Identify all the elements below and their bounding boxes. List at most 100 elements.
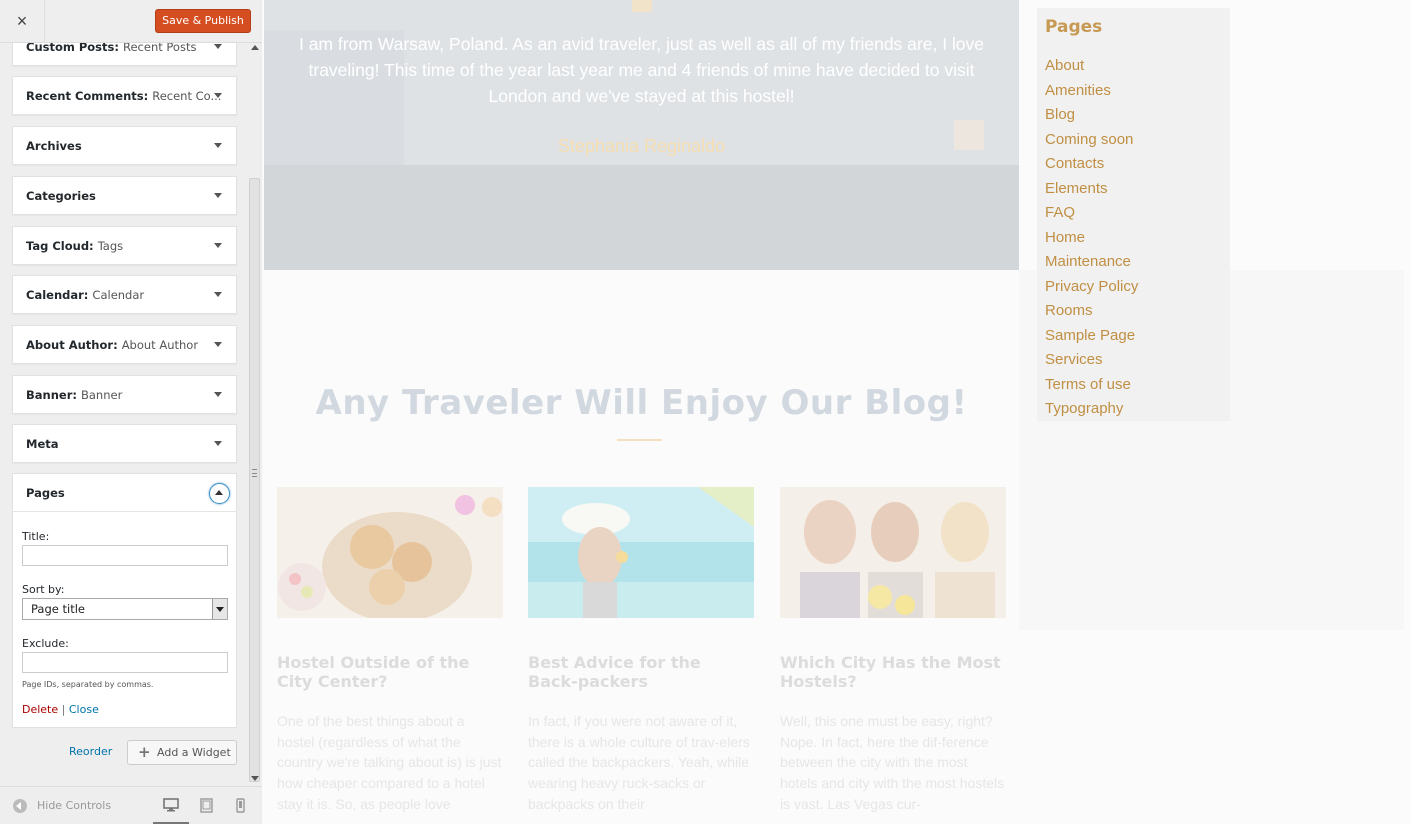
widget-title: Recent Comments: Recent Co... <box>26 89 222 103</box>
sidebar-scrollbar[interactable] <box>248 43 262 786</box>
desktop-preview-button[interactable] <box>153 787 189 824</box>
widget-title: Banner: Banner <box>26 388 123 402</box>
hide-controls-button[interactable]: Hide Controls <box>37 799 111 812</box>
page-link[interactable]: Rooms <box>1045 299 1138 324</box>
widget-title: Pages <box>26 486 65 500</box>
widget-title: Meta <box>26 437 59 451</box>
page-link[interactable]: Services <box>1045 348 1138 373</box>
collapse-widget-icon[interactable] <box>209 483 230 504</box>
sort-by-label: Sort by: <box>22 583 65 596</box>
caret-down-icon[interactable] <box>214 44 222 49</box>
page-link[interactable]: Sample Page <box>1045 324 1138 349</box>
mobile-icon <box>236 798 245 813</box>
widget-pages-expanded: Pages Title: Sort by: Page title Exclude… <box>12 473 237 728</box>
sort-by-select[interactable]: Page title <box>22 598 228 620</box>
page-link[interactable]: Home <box>1045 226 1138 251</box>
page-link[interactable]: About <box>1045 54 1138 79</box>
widget-recent-comments[interactable]: Recent Comments: Recent Co... <box>12 76 237 115</box>
caret-down-icon[interactable] <box>214 93 222 98</box>
exclude-label: Exclude: <box>22 637 69 650</box>
post-excerpt: One of the best things about a hostel (r… <box>277 713 502 812</box>
post-image-beach[interactable] <box>528 487 754 618</box>
widget-meta[interactable]: Meta <box>12 424 237 463</box>
widget-title: Calendar: Calendar <box>26 288 145 302</box>
heading-divider <box>617 439 662 441</box>
widget-about-author[interactable]: About Author: About Author <box>12 325 237 364</box>
testimonial-section: I am from Warsaw, Poland. As an avid tra… <box>264 0 1019 270</box>
post-image-friends[interactable] <box>780 487 1006 618</box>
title-label: Title: <box>22 530 50 543</box>
add-widget-button[interactable]: + Add a Widget <box>127 740 237 765</box>
pages-widget-preview: Pages About Amenities Blog Coming soon C… <box>1037 8 1230 421</box>
page-link[interactable]: Terms of use <box>1045 373 1138 398</box>
save-publish-button[interactable]: Save & Publish <box>155 9 251 33</box>
page-link[interactable]: Coming soon <box>1045 128 1138 153</box>
post-title[interactable]: Best Advice for the Back-packers <box>528 653 754 691</box>
reorder-link[interactable]: Reorder <box>69 745 112 758</box>
customizer-footer: Hide Controls <box>0 786 262 824</box>
collapse-arrow-icon[interactable] <box>13 799 27 813</box>
post-excerpt: Well, this one must be easy, right? Nope… <box>780 713 1005 812</box>
delete-link[interactable]: Delete <box>22 703 58 716</box>
caret-down-icon[interactable] <box>214 193 222 198</box>
post-image-pastries[interactable] <box>277 487 503 618</box>
page-link[interactable]: Elements <box>1045 177 1138 202</box>
exclude-hint: Page IDs, separated by commas. <box>22 680 154 689</box>
plus-icon: + <box>138 743 151 761</box>
link-separator: | <box>61 703 66 716</box>
widget-title: Tag Cloud: Tags <box>26 239 124 253</box>
widget-banner[interactable]: Banner: Banner <box>12 375 237 414</box>
page-link[interactable]: Contacts <box>1045 152 1138 177</box>
scroll-thumb[interactable] <box>249 178 260 782</box>
page-link[interactable]: FAQ <box>1045 201 1138 226</box>
close-customizer-button[interactable]: × <box>0 0 45 43</box>
site-preview: I am from Warsaw, Poland. As an avid tra… <box>263 0 1411 824</box>
customizer-sidebar: Custom Posts: Recent Posts Recent Commen… <box>0 0 262 824</box>
caret-down-icon[interactable] <box>214 342 222 347</box>
customizer-header: × Save & Publish <box>0 0 262 43</box>
widget-tag-cloud[interactable]: Tag Cloud: Tags <box>12 226 237 265</box>
post-excerpt: In fact, if you were not aware of it, th… <box>528 713 750 812</box>
caret-down-icon[interactable] <box>214 441 222 446</box>
desktop-icon <box>163 798 179 812</box>
page-link[interactable]: Amenities <box>1045 79 1138 104</box>
scroll-down-icon[interactable] <box>251 776 259 781</box>
post-title[interactable]: Which City Has the Most Hostels? <box>780 653 1006 691</box>
tablet-icon <box>200 798 213 813</box>
grip-icon <box>252 469 257 477</box>
exclude-input[interactable] <box>22 652 228 673</box>
pages-list: About Amenities Blog Coming soon Contact… <box>1045 54 1138 422</box>
widget-title: Archives <box>26 139 82 153</box>
page-link[interactable]: Maintenance <box>1045 250 1138 275</box>
caret-down-icon[interactable] <box>214 143 222 148</box>
post-title[interactable]: Hostel Outside of the City Center? <box>277 653 503 691</box>
scroll-up-icon[interactable] <box>251 45 259 50</box>
widget-calendar[interactable]: Calendar: Calendar <box>12 275 237 314</box>
title-input[interactable] <box>22 545 228 566</box>
testimonial-text: I am from Warsaw, Poland. As an avid tra… <box>298 34 985 106</box>
widget-archives[interactable]: Archives <box>12 126 237 165</box>
add-widget-label: Add a Widget <box>157 746 231 759</box>
caret-down-icon[interactable] <box>214 392 222 397</box>
close-link[interactable]: Close <box>69 703 99 716</box>
widget-title: Categories <box>26 189 96 203</box>
tablet-preview-button[interactable] <box>190 787 226 824</box>
page-link[interactable]: Blog <box>1045 103 1138 128</box>
caret-down-icon[interactable] <box>214 243 222 248</box>
mobile-preview-button[interactable] <box>226 787 262 824</box>
widget-title: About Author: About Author <box>26 338 199 352</box>
caret-down-icon[interactable] <box>214 292 222 297</box>
testimonial-author: Stephania Reginaldo <box>557 136 726 156</box>
sort-by-value: Page title <box>31 602 85 616</box>
widget-categories[interactable]: Categories <box>12 176 237 215</box>
pages-widget-title: Pages <box>1045 17 1103 37</box>
dropdown-arrow-icon[interactable] <box>212 599 227 619</box>
quote-icon <box>632 0 652 12</box>
widget-list: Custom Posts: Recent Posts Recent Commen… <box>0 0 248 824</box>
page-link[interactable]: Typography <box>1045 397 1138 422</box>
blog-heading: Any Traveler Will Enjoy Our Blog! <box>315 383 968 423</box>
background-photo-floor <box>264 165 1019 270</box>
widget-actions: Delete | Close <box>22 703 99 716</box>
widget-pages-header[interactable]: Pages <box>13 474 236 512</box>
page-link[interactable]: Privacy Policy <box>1045 275 1138 300</box>
